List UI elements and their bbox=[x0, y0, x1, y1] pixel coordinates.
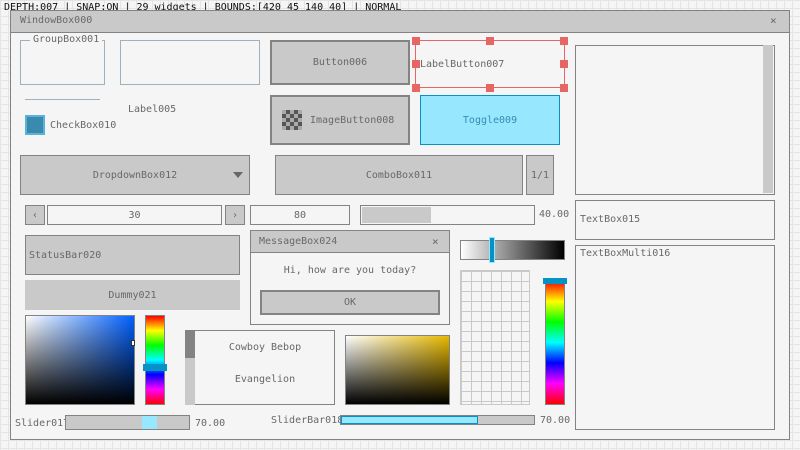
list-panel-scrollbar[interactable] bbox=[763, 45, 773, 193]
color-picker-secondary[interactable] bbox=[345, 335, 450, 405]
panel bbox=[120, 40, 260, 85]
color-picker-hue-handle[interactable] bbox=[143, 364, 167, 371]
window-title: WindowBox000 bbox=[20, 15, 93, 26]
combo-box-label: ComboBox011 bbox=[365, 169, 433, 181]
selection-handle[interactable] bbox=[486, 84, 494, 92]
message-box-title: MessageBox024 bbox=[259, 236, 338, 247]
value-box[interactable]: 80 bbox=[250, 205, 350, 225]
selection-handle[interactable] bbox=[560, 60, 568, 68]
dropdown-label: DropdownBox012 bbox=[92, 169, 178, 181]
status-bar: StatusBar020 bbox=[25, 235, 240, 275]
selection-handle[interactable] bbox=[486, 37, 494, 45]
text-box-multi[interactable] bbox=[575, 245, 775, 430]
slider-bar-value: 70.00 bbox=[540, 415, 571, 426]
message-box-close-icon[interactable]: × bbox=[432, 235, 439, 248]
color-bar-alpha[interactable] bbox=[460, 240, 565, 260]
image-button-008[interactable]: ImageButton008 bbox=[270, 95, 410, 145]
slider-thumb[interactable] bbox=[142, 416, 157, 429]
grid-control[interactable] bbox=[460, 270, 530, 405]
color-bar-alpha-handle[interactable] bbox=[489, 237, 495, 263]
text-box-label: TextBox015 bbox=[580, 214, 641, 225]
selection-handle[interactable] bbox=[412, 84, 420, 92]
color-picker[interactable] bbox=[25, 315, 135, 405]
chevron-down-icon bbox=[233, 172, 243, 178]
combo-box-counter[interactable]: 1/1 bbox=[526, 155, 554, 195]
group-box bbox=[20, 40, 105, 85]
list-item[interactable]: Cowboy Bebop bbox=[195, 342, 335, 353]
selection-handle[interactable] bbox=[412, 60, 420, 68]
slider-label: Slider017 bbox=[15, 418, 70, 429]
color-bar-hue-vertical-handle[interactable] bbox=[543, 278, 567, 284]
progress-value: 40.00 bbox=[539, 209, 570, 220]
message-box-text: Hi, how are you today? bbox=[283, 265, 417, 276]
checkbox[interactable] bbox=[25, 115, 45, 135]
label-005: Label005 bbox=[128, 104, 177, 115]
checker-image-icon bbox=[282, 110, 302, 130]
progress-bar bbox=[360, 205, 535, 225]
progress-fill bbox=[362, 207, 432, 223]
color-bar-hue-vertical[interactable] bbox=[545, 280, 565, 405]
spinner-value[interactable]: 30 bbox=[47, 205, 222, 225]
color-picker-hue-bar[interactable] bbox=[145, 315, 165, 405]
selection-handle[interactable] bbox=[412, 37, 420, 45]
list-panel[interactable] bbox=[575, 45, 775, 195]
slider-bar-label: SliderBar018 bbox=[271, 415, 344, 426]
window-close-icon[interactable]: × bbox=[770, 14, 777, 27]
spinner-decrement-button[interactable]: ‹ bbox=[25, 205, 45, 225]
toggle-009[interactable]: Toggle009 bbox=[420, 95, 560, 145]
selection-handle[interactable] bbox=[560, 84, 568, 92]
message-box-ok-button[interactable]: OK bbox=[260, 290, 440, 315]
dropdown-box[interactable]: DropdownBox012 bbox=[20, 155, 250, 195]
divider-line bbox=[25, 99, 100, 100]
slider-track[interactable] bbox=[65, 415, 190, 430]
list-view-scroll-thumb[interactable] bbox=[185, 330, 195, 358]
color-picker-cursor[interactable] bbox=[131, 340, 135, 346]
list-item[interactable]: Evangelion bbox=[195, 374, 335, 385]
group-box-label: GroupBox001 bbox=[30, 34, 103, 45]
button-006[interactable]: Button006 bbox=[270, 40, 410, 85]
text-box-multi-label: TextBoxMulti016 bbox=[580, 248, 671, 259]
checkbox-label: CheckBox010 bbox=[50, 120, 117, 131]
slider-value: 70.00 bbox=[195, 418, 226, 429]
window-titlebar[interactable] bbox=[10, 10, 790, 33]
spinner-increment-button[interactable]: › bbox=[225, 205, 245, 225]
selection-handle[interactable] bbox=[560, 37, 568, 45]
slider-bar-fill bbox=[341, 416, 478, 424]
label-button-007[interactable]: LabelButton007 bbox=[420, 59, 504, 70]
slider-bar-track[interactable] bbox=[340, 415, 535, 425]
dummy-rec: Dummy021 bbox=[25, 280, 240, 310]
image-button-label: ImageButton008 bbox=[310, 114, 395, 126]
combo-box[interactable]: ComboBox011 bbox=[275, 155, 523, 195]
